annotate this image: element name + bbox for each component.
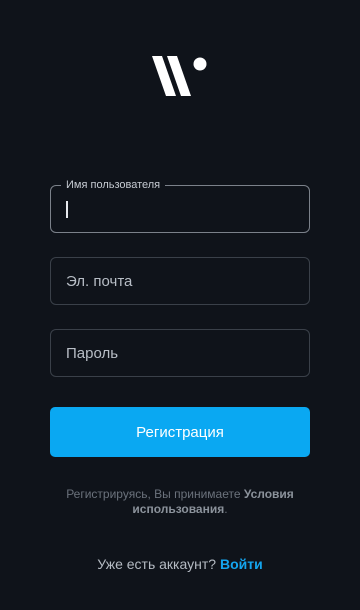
login-link[interactable]: Войти — [220, 556, 263, 572]
email-field[interactable] — [50, 257, 310, 305]
terms-prefix: Регистрируясь, Вы принимаете — [66, 487, 244, 501]
email-input[interactable] — [51, 258, 309, 304]
login-question: Уже есть аккаунт? — [97, 556, 217, 572]
username-input[interactable] — [51, 186, 309, 232]
username-field[interactable]: Имя пользователя — [50, 178, 310, 233]
username-label: Имя пользователя — [61, 178, 166, 192]
text-cursor — [66, 201, 68, 218]
brand-logo-icon — [152, 54, 208, 98]
login-prompt: Уже есть аккаунт? Войти — [0, 556, 360, 572]
password-input[interactable] — [51, 330, 309, 376]
register-button[interactable]: Регистрация — [50, 407, 310, 457]
password-field[interactable] — [50, 329, 310, 377]
terms-text: Регистрируясь, Вы принимаете Условия исп… — [40, 487, 320, 517]
terms-suffix: . — [224, 502, 228, 516]
